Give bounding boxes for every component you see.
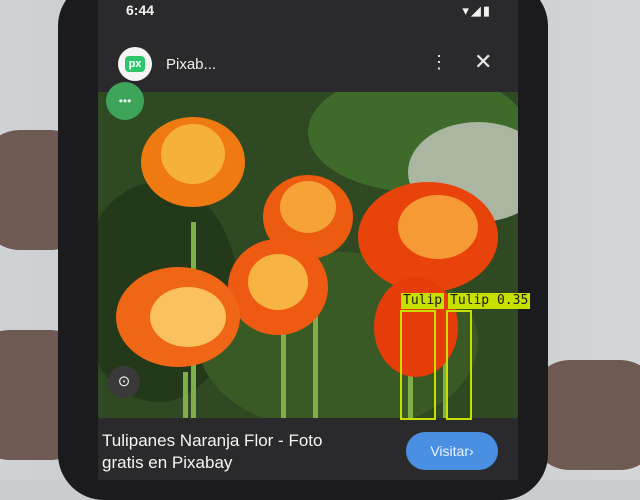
visit-button[interactable]: Visitar› <box>406 432 498 470</box>
dots-overlay-button[interactable]: ••• <box>106 82 144 120</box>
detection-box-1 <box>400 310 436 420</box>
status-time: 6:44 <box>126 2 155 18</box>
pixabay-logo-icon: px <box>118 47 152 81</box>
more-options-icon[interactable]: ⋮ <box>430 52 448 73</box>
close-icon[interactable]: ✕ <box>474 49 492 75</box>
image-caption[interactable]: Tulipanes Naranja Flor - Foto gratis en … <box>102 430 402 474</box>
caption-line-1: Tulipanes Naranja Flor - Foto <box>102 431 323 450</box>
lens-icon[interactable]: ⊙ <box>108 366 140 398</box>
app-title: Pixab... <box>166 56 217 73</box>
pixabay-logo-text: px <box>125 56 145 72</box>
detection-box-2 <box>446 310 472 420</box>
detection-label-2: Tulip 0.35 <box>448 293 531 309</box>
caption-line-2: gratis en Pixabay <box>102 453 233 472</box>
status-icons: ▾◢▮ <box>462 3 492 18</box>
app-bar: px Pixab... ⋮ ✕ <box>98 40 518 86</box>
detection-label-1: Tulip <box>401 293 445 309</box>
status-bar: 6:44 ▾◢▮ <box>98 0 518 22</box>
